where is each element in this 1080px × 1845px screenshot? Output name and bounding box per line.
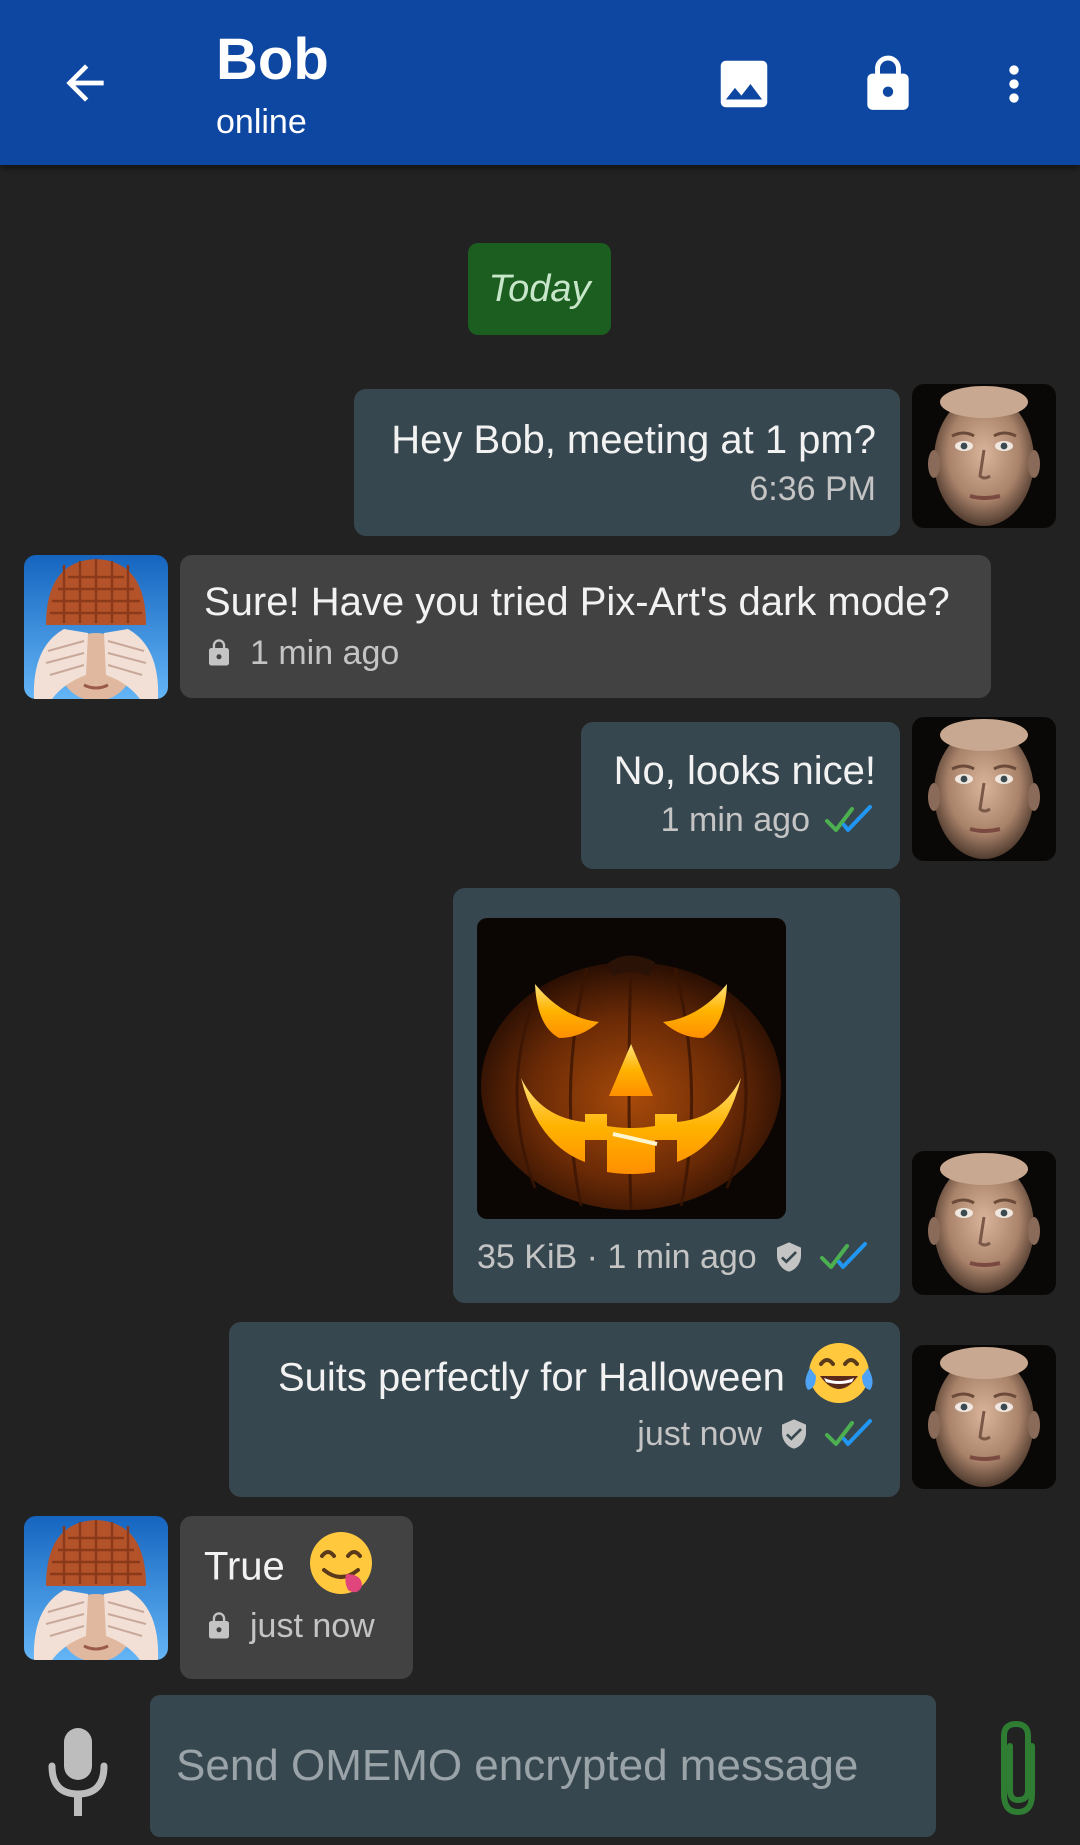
double-check-icon (825, 1419, 872, 1446)
verified-shield-icon (782, 1419, 806, 1449)
app-bar: Bob online (0, 0, 1080, 165)
avatar-contact[interactable] (24, 1516, 168, 1660)
contact-name[interactable]: Bob (216, 28, 329, 92)
message-bubble-sent[interactable]: No, looks nice! 1 min ago (581, 722, 900, 869)
message-meta: just now (253, 1414, 876, 1454)
message-timestamp: 1 min ago (250, 634, 400, 672)
message-text: True (204, 1544, 285, 1589)
message-text-row: Suits perfectly for Halloween (253, 1343, 876, 1410)
date-separator: Today (468, 243, 611, 335)
message-timestamp: 1 min ago (660, 801, 810, 839)
image-attachment[interactable] (477, 918, 786, 1219)
message-meta: just now (204, 1606, 389, 1646)
message-meta: 1 min ago (605, 800, 876, 840)
verified-shield-icon (776, 1242, 801, 1272)
avatar-self[interactable] (912, 1345, 1056, 1489)
lock-icon (209, 639, 229, 666)
face-savoring-food-emoji (309, 1532, 372, 1594)
image-icon (720, 60, 768, 108)
jack-o-lantern-image (477, 918, 786, 1219)
avatar-contact[interactable] (24, 555, 168, 699)
contact-status: online (216, 103, 307, 141)
avatar-self[interactable] (912, 384, 1056, 528)
message-meta: 1 min ago (204, 633, 967, 673)
message-bubble-received[interactable]: True just now (180, 1516, 413, 1679)
message-timestamp: 6:36 PM (749, 470, 876, 508)
paperclip-icon (1001, 1721, 1035, 1815)
arrow-left-icon (66, 64, 104, 102)
chat-screen: Bob online Today Hey Bob, meeting at 1 p… (0, 0, 1080, 1845)
back-button[interactable] (50, 48, 120, 118)
file-info: 35 KiB · 1 min ago (477, 1238, 757, 1276)
message-bubble-image[interactable]: 35 KiB · 1 min ago (453, 888, 900, 1303)
lock-icon (209, 1612, 229, 1639)
more-vert-icon (1009, 65, 1019, 103)
message-text: Suits perfectly for Halloween (277, 1355, 785, 1400)
message-text: Hey Bob, meeting at 1 pm? (391, 418, 876, 462)
message-text: Sure! Have you tried Pix-Art's dark mode… (204, 580, 950, 624)
message-meta: 35 KiB · 1 min ago (477, 1237, 876, 1277)
attach-button[interactable] (978, 1712, 1058, 1824)
encryption-button[interactable] (852, 48, 924, 120)
message-timestamp: just now (637, 1415, 762, 1453)
message-bubble-received[interactable]: Sure! Have you tried Pix-Art's dark mode… (180, 555, 991, 698)
message-composer[interactable] (150, 1695, 936, 1837)
face-with-tears-of-joy-emoji (805, 1343, 873, 1403)
voice-record-button[interactable] (38, 1722, 118, 1822)
overflow-menu-button[interactable] (978, 48, 1050, 120)
microphone-icon (48, 1728, 108, 1816)
message-text-row: True (204, 1532, 389, 1600)
media-button[interactable] (708, 48, 780, 120)
message-input[interactable] (174, 1740, 936, 1792)
double-check-icon (825, 805, 872, 832)
message-bubble-sent[interactable]: Suits perfectly for Halloween just now (229, 1322, 900, 1497)
double-check-icon (819, 1242, 867, 1269)
avatar-self[interactable] (912, 1151, 1056, 1295)
message-meta: 6:36 PM (378, 469, 876, 509)
lock-icon (867, 55, 909, 110)
message-bubble-sent[interactable]: Hey Bob, meeting at 1 pm? 6:36 PM (354, 389, 900, 536)
message-text: No, looks nice! (613, 749, 876, 793)
message-timestamp: just now (250, 1607, 375, 1645)
avatar-self[interactable] (912, 717, 1056, 861)
